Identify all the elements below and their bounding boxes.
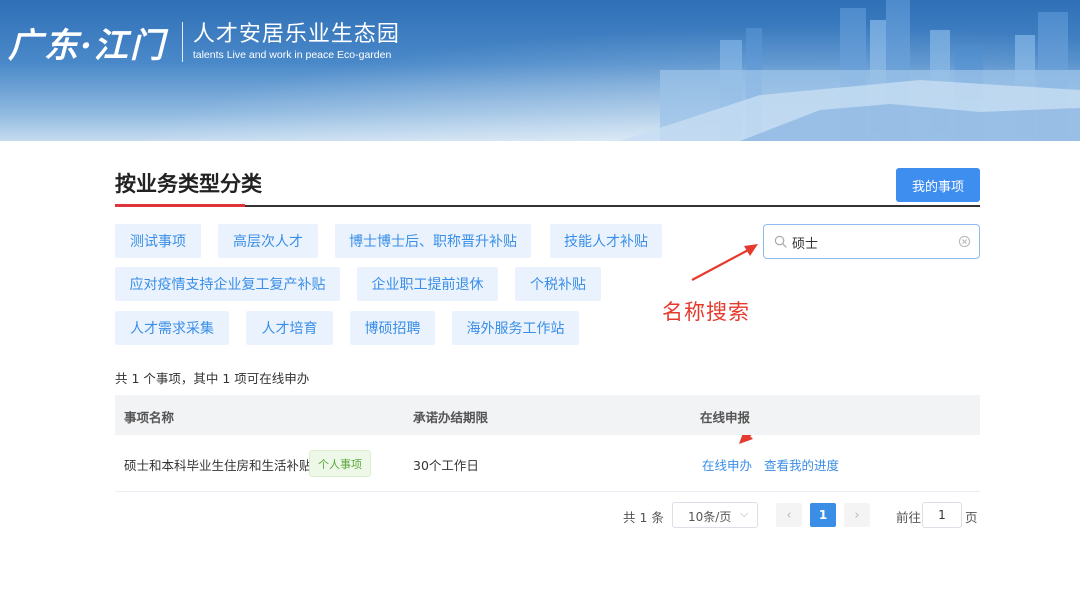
goto-label: 前往 xyxy=(896,510,922,525)
view-progress-link[interactable]: 查看我的进度 xyxy=(764,455,839,474)
brand-text-group: 人才安居乐业生态园 talents Live and work in peace… xyxy=(193,22,400,62)
item-name: 硕士和本科毕业生住房和生活补贴 xyxy=(124,458,312,473)
city-skyline-image xyxy=(620,0,1080,141)
clear-icon[interactable] xyxy=(958,235,971,248)
category-tag[interactable]: 测试事项 xyxy=(115,224,201,258)
result-summary: 共 1 个事项，其中 1 项可在线申办 xyxy=(115,371,310,386)
item-type-badge: 个人事项 xyxy=(309,450,371,477)
page-title: 按业务类型分类 xyxy=(115,172,262,196)
brand-logo: 广东·江门 人才安居乐业生态园 talents Live and work in… xyxy=(8,18,400,66)
category-tag[interactable]: 应对疫情支持企业复工复产补贴 xyxy=(115,267,340,301)
search-icon xyxy=(774,235,787,248)
page-size-value: 10条/页 xyxy=(688,510,732,524)
pagination-total: 共 1 条 xyxy=(623,510,664,525)
next-page-button[interactable]: › xyxy=(844,503,870,527)
header-banner: 广东·江门 人才安居乐业生态园 talents Live and work in… xyxy=(0,0,1080,141)
column-header-online: 在线申报 xyxy=(700,410,751,425)
category-tag[interactable]: 人才培育 xyxy=(246,311,333,345)
category-tag[interactable]: 个税补贴 xyxy=(515,267,601,301)
page-size-select[interactable]: 10条/页 ⌵ xyxy=(672,502,758,528)
category-tag[interactable]: 博士博士后、职称晋升补贴 xyxy=(335,224,531,258)
category-tag[interactable]: 高层次人才 xyxy=(218,224,318,258)
goto-page-input[interactable] xyxy=(922,502,962,528)
annotation-label: 名称搜索 xyxy=(662,300,750,324)
category-tag[interactable]: 人才需求采集 xyxy=(115,311,229,345)
search-value: 硕士 xyxy=(792,237,819,252)
search-input[interactable]: 硕士 xyxy=(763,224,980,259)
site-title: 人才安居乐业生态园 xyxy=(192,22,400,47)
category-tag[interactable]: 海外服务工作站 xyxy=(452,311,579,345)
brand-cn-text: 广东·江门 xyxy=(8,25,166,66)
table-header: 事项名称 承诺办结期限 在线申报 xyxy=(115,395,980,435)
my-items-button[interactable]: 我的事项 xyxy=(896,168,980,202)
category-tag[interactable]: 技能人才补贴 xyxy=(550,224,662,258)
page-number-current[interactable]: 1 xyxy=(810,503,836,527)
brand-divider xyxy=(181,22,183,62)
item-deadline: 30个工作日 xyxy=(413,458,479,473)
page-unit-label: 页 xyxy=(965,510,978,525)
category-tag[interactable]: 博硕招聘 xyxy=(350,311,435,345)
chevron-down-icon: ⌵ xyxy=(740,507,749,520)
site-subtitle: talents Live and work in peace Eco-garde… xyxy=(192,49,392,61)
prev-page-button[interactable]: ‹ xyxy=(776,503,802,527)
title-underline-accent xyxy=(115,204,245,207)
apply-online-link[interactable]: 在线申办 xyxy=(702,455,752,474)
category-tag[interactable]: 企业职工提前退休 xyxy=(357,267,498,301)
column-header-name: 事项名称 xyxy=(124,410,175,425)
annotation-arrow-icon xyxy=(691,244,758,281)
table-row: 硕士和本科毕业生住房和生活补贴 个人事项 30个工作日 在线申办 查看我的进度 xyxy=(115,435,980,492)
column-header-deadline: 承诺办结期限 xyxy=(413,410,489,425)
